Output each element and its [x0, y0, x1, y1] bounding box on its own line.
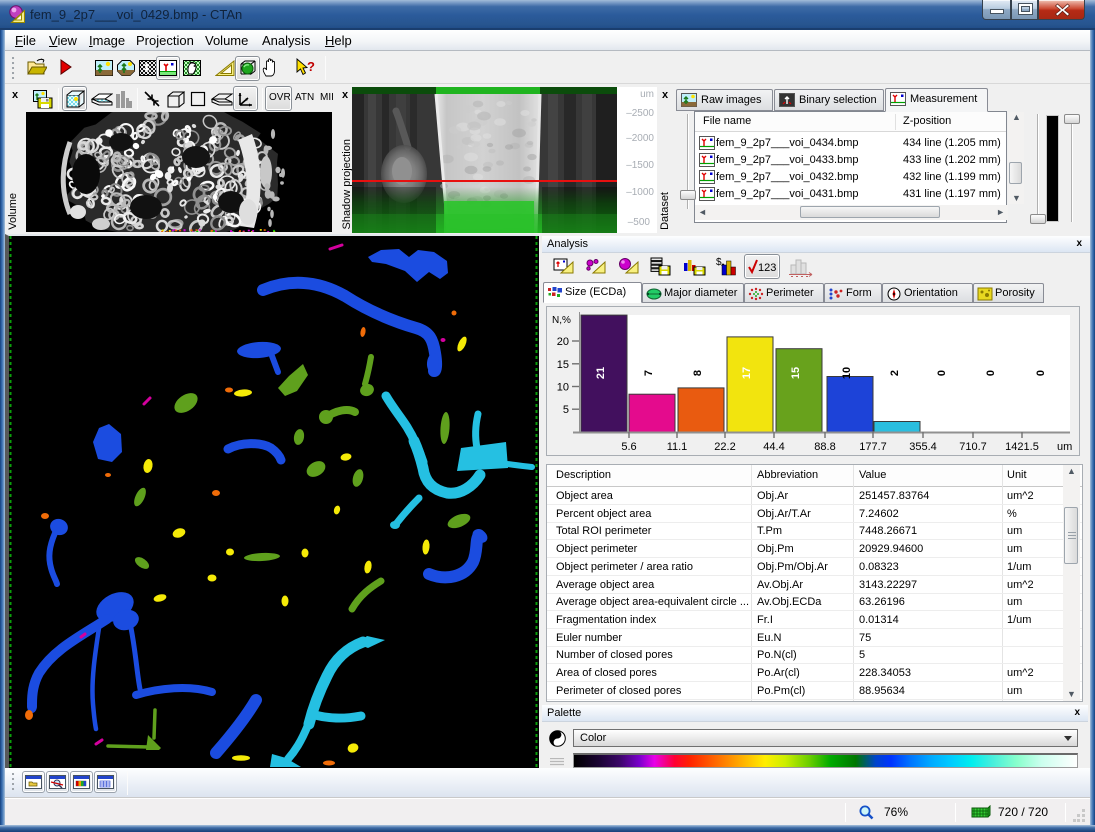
svg-text:17: 17: [741, 367, 753, 379]
svg-text:0: 0: [1035, 370, 1047, 376]
svg-text:11.1: 11.1: [667, 441, 688, 453]
svg-text:123: 123: [758, 262, 776, 274]
svg-text:5: 5: [563, 404, 569, 416]
svg-text:N,%: N,%: [552, 315, 571, 326]
svg-text:10: 10: [557, 382, 569, 394]
svg-text:710.7: 710.7: [959, 441, 987, 453]
svg-text:0: 0: [985, 370, 997, 376]
svg-text:15: 15: [557, 359, 569, 371]
svg-text:7: 7: [643, 370, 655, 376]
svg-text:?: ?: [307, 59, 315, 74]
svg-text:5.6: 5.6: [621, 441, 636, 453]
svg-text:um: um: [1057, 441, 1072, 453]
svg-text:20: 20: [557, 336, 569, 348]
svg-text:2: 2: [889, 370, 901, 376]
svg-text:22.2: 22.2: [714, 441, 735, 453]
svg-text:21: 21: [595, 367, 607, 379]
svg-text:0: 0: [936, 370, 948, 376]
svg-text:8: 8: [692, 370, 704, 376]
svg-text:44.4: 44.4: [763, 441, 784, 453]
svg-text:10: 10: [841, 367, 853, 379]
svg-text:$: $: [716, 257, 722, 268]
svg-text:1421.5: 1421.5: [1005, 441, 1039, 453]
svg-text:355.4: 355.4: [909, 441, 937, 453]
svg-text:15: 15: [790, 367, 802, 379]
svg-text:88.8: 88.8: [814, 441, 835, 453]
svg-text:177.7: 177.7: [859, 441, 887, 453]
